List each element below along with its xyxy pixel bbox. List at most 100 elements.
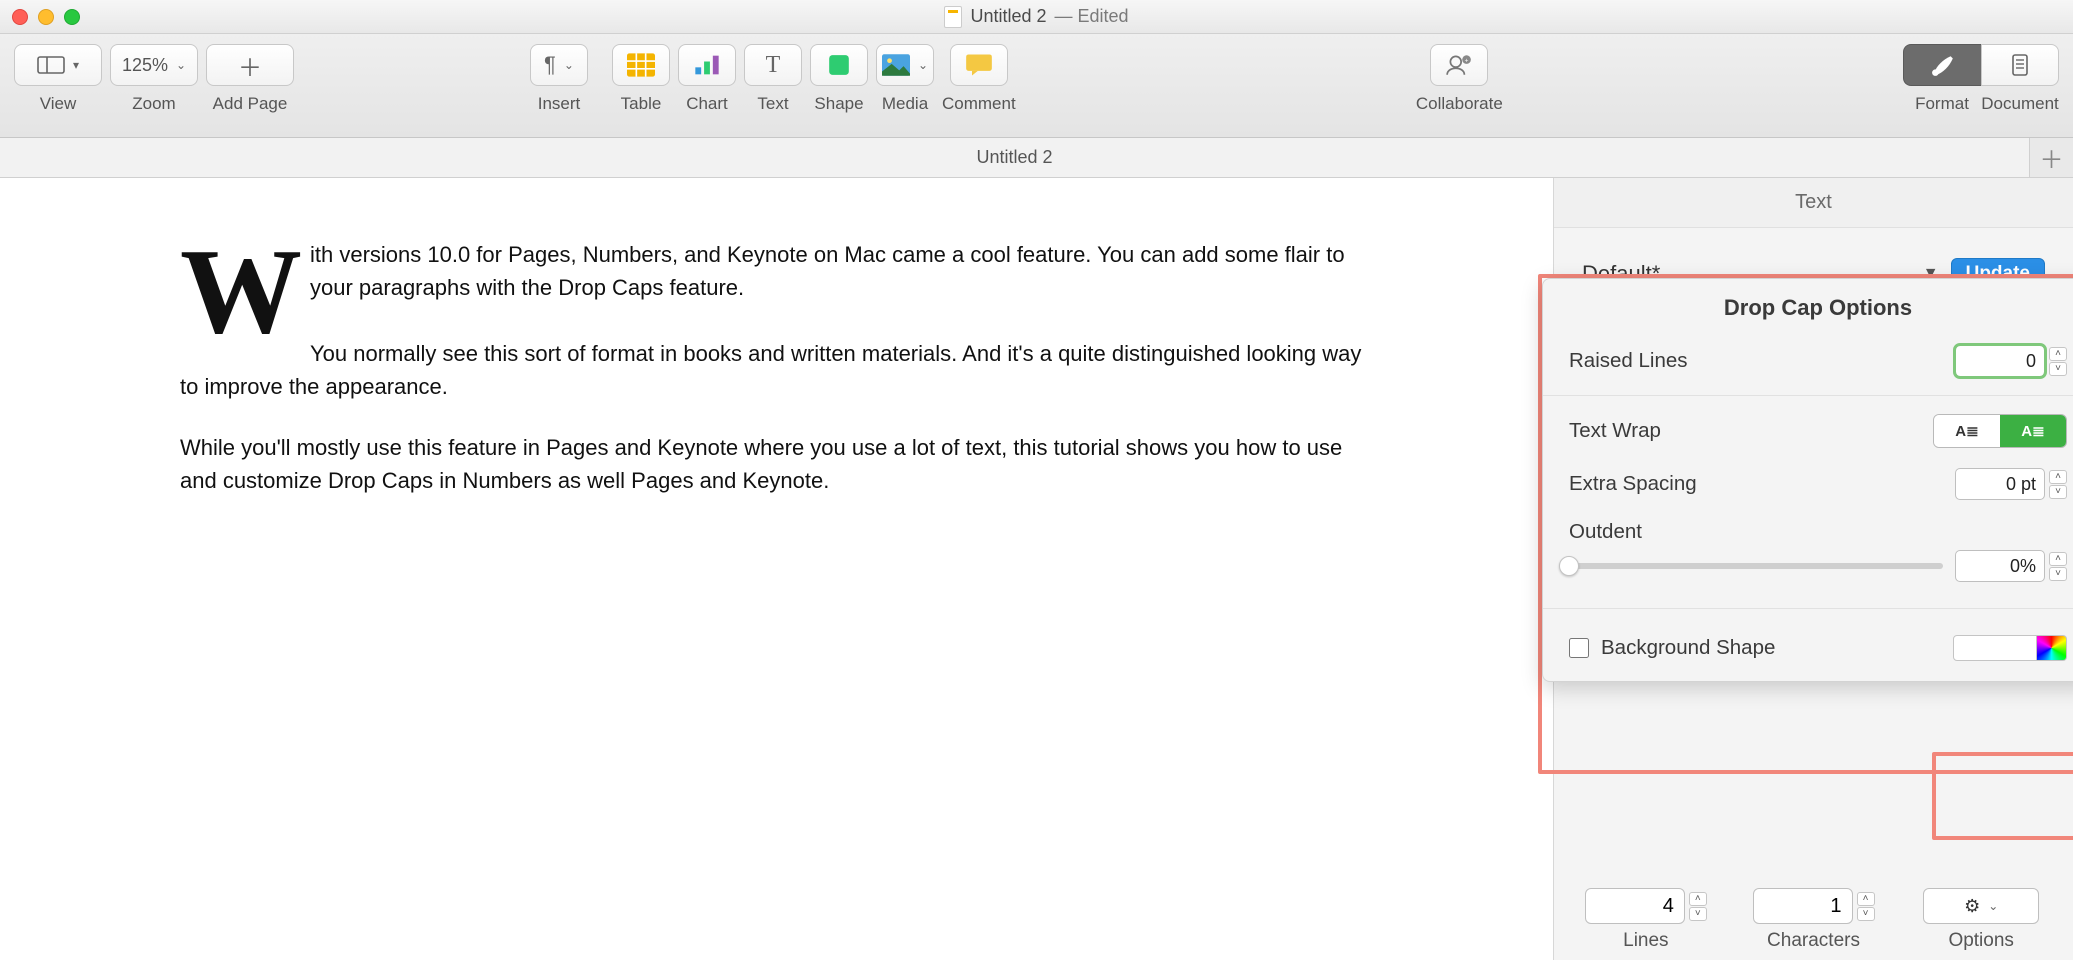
extra-spacing-input[interactable]: [1955, 468, 2045, 500]
zoom-button[interactable]: 125% ⌄: [110, 44, 198, 86]
media-label: Media: [882, 94, 928, 114]
stepper-up-button[interactable]: ˄: [2049, 552, 2067, 566]
stepper-up-button[interactable]: ˄: [2049, 347, 2067, 361]
shape-icon: [825, 53, 853, 77]
drop-cap-options-popover: Drop Cap Options Raised Lines ˄ ˅ Text W…: [1542, 278, 2073, 682]
options-button[interactable]: ⚙ ⌄: [1923, 888, 2039, 924]
collaborate-icon: +: [1445, 53, 1473, 77]
raised-lines-input[interactable]: [1955, 345, 2045, 377]
view-icon: [37, 53, 65, 77]
raised-lines-label: Raised Lines: [1569, 349, 1688, 373]
text-wrap-rect-button[interactable]: A≣: [1934, 415, 2000, 447]
tab-title: Untitled 2: [976, 147, 1052, 168]
drop-cap: W: [180, 238, 300, 345]
stepper-down-button[interactable]: ˅: [1689, 907, 1707, 921]
media-icon: [882, 53, 910, 77]
document-canvas[interactable]: W ith versions 10.0 for Pages, Numbers, …: [0, 178, 1553, 960]
shape-label: Shape: [814, 94, 863, 114]
raised-lines-row: Raised Lines ˄ ˅: [1543, 335, 2073, 387]
color-swatch[interactable]: [1953, 635, 2037, 661]
svg-text:+: +: [1465, 57, 1469, 64]
brush-icon: [1929, 53, 1957, 77]
stepper-down-button[interactable]: ˅: [1857, 907, 1875, 921]
extra-spacing-row: Extra Spacing ˄ ˅: [1543, 458, 2073, 510]
collaborate-button[interactable]: +: [1430, 44, 1488, 86]
stepper-up-button[interactable]: ˄: [1857, 892, 1875, 906]
fullscreen-icon[interactable]: [64, 9, 80, 25]
paragraph-2: While you'll mostly use this feature in …: [180, 431, 1373, 497]
close-icon[interactable]: [12, 9, 28, 25]
text-button[interactable]: T: [744, 44, 802, 86]
stepper-down-button[interactable]: ˅: [2049, 362, 2067, 376]
comment-icon: [965, 53, 993, 77]
main-area: W ith versions 10.0 for Pages, Numbers, …: [0, 178, 2073, 960]
background-shape-row: Background Shape: [1543, 617, 2073, 681]
add-page-label: Add Page: [213, 94, 288, 114]
media-button[interactable]: ⌄: [876, 44, 934, 86]
document-tab[interactable]: Untitled 2: [0, 138, 2029, 177]
options-label: Options: [1948, 930, 2013, 952]
table-button[interactable]: [612, 44, 670, 86]
zoom-value: 125%: [122, 55, 168, 76]
chart-icon: [693, 53, 721, 77]
document-icon: [944, 6, 962, 28]
format-button[interactable]: [1903, 44, 1981, 86]
chart-button[interactable]: [678, 44, 736, 86]
chevron-down-icon: ⌄: [176, 58, 186, 72]
annotation-highlight-options: [1932, 752, 2073, 840]
text-icon: T: [766, 52, 781, 79]
outdent-stepper: ˄ ˅: [1955, 550, 2067, 582]
text-wrap-label: Text Wrap: [1569, 419, 1661, 443]
minimize-icon[interactable]: [38, 9, 54, 25]
stepper-up-button[interactable]: ˄: [1689, 892, 1707, 906]
insert-button[interactable]: ¶ ⌄: [530, 44, 588, 86]
extra-spacing-label: Extra Spacing: [1569, 472, 1697, 496]
shape-button[interactable]: [810, 44, 868, 86]
characters-input[interactable]: [1753, 888, 1853, 924]
color-wheel-icon[interactable]: [2037, 635, 2067, 661]
chevron-down-icon: ▾: [73, 58, 79, 72]
view-button[interactable]: ▾: [14, 44, 102, 86]
comment-button[interactable]: [950, 44, 1008, 86]
text-label: Text: [757, 94, 788, 114]
table-label: Table: [621, 94, 662, 114]
chevron-down-icon: ⌄: [918, 58, 928, 72]
tabstrip: Untitled 2 ＋: [0, 138, 2073, 178]
lines-input[interactable]: [1585, 888, 1685, 924]
comment-label: Comment: [942, 94, 1016, 114]
drop-cap-summary-row: ˄ ˅ Lines ˄ ˅ Characters ⚙: [1572, 888, 2055, 952]
stepper-down-button[interactable]: ˅: [2049, 485, 2067, 499]
text-wrap-segment: A≣ A≣: [1933, 414, 2067, 448]
add-page-button[interactable]: ＋: [206, 44, 294, 86]
popover-title: Drop Cap Options: [1543, 279, 2073, 335]
chevron-down-icon: ⌄: [564, 58, 574, 72]
window-traffic-lights: [12, 9, 80, 25]
add-tab-button[interactable]: ＋: [2029, 138, 2073, 177]
stepper-down-button[interactable]: ˅: [2049, 567, 2067, 581]
text-wrap-contour-button[interactable]: A≣: [2000, 415, 2066, 447]
inspector-sidebar: Text Default* ▼ Update Drop Cap Options …: [1553, 178, 2073, 960]
chevron-down-icon: ⌄: [1988, 899, 1998, 913]
stepper-up-button[interactable]: ˄: [2049, 470, 2067, 484]
lines-label: Lines: [1623, 930, 1668, 952]
background-shape-color: [1953, 635, 2067, 661]
plus-icon: ＋: [238, 48, 262, 83]
background-shape-checkbox[interactable]: [1569, 638, 1589, 658]
window-title-suffix: — Edited: [1055, 6, 1129, 27]
characters-label: Characters: [1767, 930, 1860, 952]
chart-label: Chart: [686, 94, 728, 114]
paragraph-1a-text: ith versions 10.0 for Pages, Numbers, an…: [310, 242, 1345, 300]
collaborate-label: Collaborate: [1416, 94, 1503, 114]
outdent-input[interactable]: [1955, 550, 2045, 582]
background-shape-label: Background Shape: [1601, 636, 1775, 660]
slider-thumb[interactable]: [1559, 556, 1579, 576]
document-button[interactable]: [1981, 44, 2059, 86]
plus-icon: ＋: [2040, 140, 2064, 175]
background-shape-checkbox-wrap: Background Shape: [1569, 636, 1775, 660]
window-title-main: Untitled 2: [970, 6, 1046, 27]
window-title: Untitled 2 — Edited: [0, 0, 2073, 33]
outdent-slider[interactable]: [1569, 563, 1943, 569]
extra-spacing-stepper: ˄ ˅: [1955, 468, 2067, 500]
document-icon: [2006, 53, 2034, 77]
gear-icon: ⚙: [1964, 896, 1980, 917]
